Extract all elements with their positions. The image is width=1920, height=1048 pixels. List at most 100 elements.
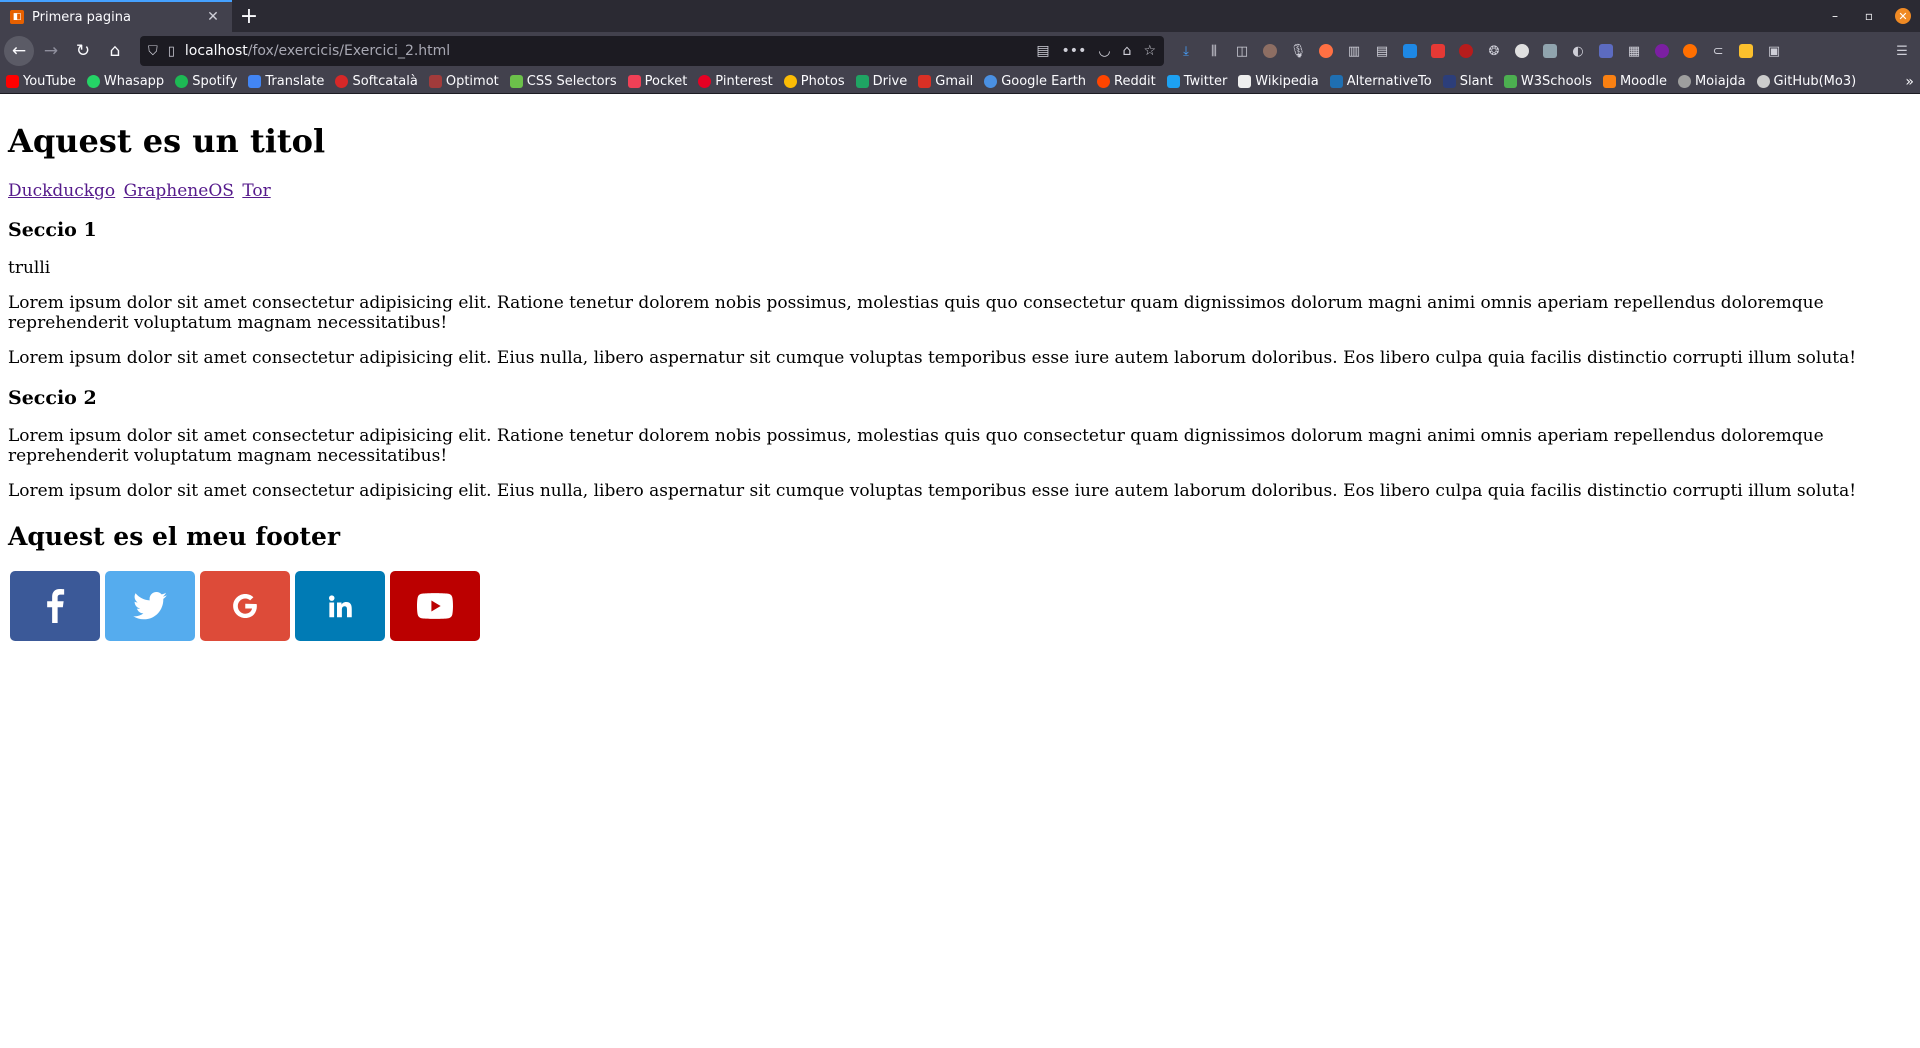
bookmark-label: Softcatalà xyxy=(352,74,418,89)
bookmark-star-icon[interactable]: ☆ xyxy=(1143,43,1156,59)
bookmark-item[interactable]: Gmail xyxy=(918,74,973,89)
url-path: /fox/exercicis/Exercici_2.html xyxy=(247,43,451,59)
extension-icon[interactable]: ◐ xyxy=(1564,37,1592,65)
bookmark-item[interactable]: Softcatalà xyxy=(335,74,418,89)
bookmark-item[interactable]: Google Earth xyxy=(984,74,1086,89)
github-icon xyxy=(1756,75,1770,88)
bookmark-item[interactable]: GitHub(Mo3) xyxy=(1756,74,1856,89)
close-icon: ✕ xyxy=(1895,8,1911,24)
bookmark-item[interactable]: Photos xyxy=(783,74,845,89)
google-button[interactable] xyxy=(200,570,290,641)
bookmark-label: AlternativeTo xyxy=(1346,74,1432,89)
softcatala-icon xyxy=(335,75,349,88)
url-bar[interactable]: ⛉ ▯ localhost /fox/exercicis/Exercici_2.… xyxy=(140,36,1164,66)
bookmark-item[interactable]: Reddit xyxy=(1097,74,1156,89)
page-content: Aquest es un titol Duckduckgo GrapheneOS… xyxy=(0,94,1920,649)
shield-icon[interactable]: ⛉ xyxy=(148,44,158,59)
back-button[interactable]: ← xyxy=(4,36,34,66)
library-icon[interactable]: ⫼ xyxy=(1200,37,1228,65)
sidebar-icon[interactable]: ◫ xyxy=(1228,37,1256,65)
section-1-subtitle: trulli xyxy=(8,257,51,278)
page-info-icon[interactable]: ▯ xyxy=(168,44,175,59)
extension-icon[interactable]: ❂ xyxy=(1480,37,1508,65)
drive-icon xyxy=(855,75,869,88)
bookmark-item[interactable]: Drive xyxy=(855,74,907,89)
maximize-button[interactable]: ▫ xyxy=(1852,0,1886,32)
page-title: Aquest es un titol xyxy=(8,122,326,160)
hamburger-menu-icon[interactable]: ☰ xyxy=(1888,37,1916,65)
bookmark-label: CSS Selectors xyxy=(526,74,617,89)
bookmark-label: Whasapp xyxy=(103,74,165,89)
home-page-icon[interactable]: ⌂ xyxy=(1123,43,1132,59)
extension-icon[interactable]: ▦ xyxy=(1620,37,1648,65)
new-tab-button[interactable]: + xyxy=(232,0,266,32)
section-1-heading: Seccio 1 xyxy=(8,218,97,241)
pocket-icon[interactable]: ◡ xyxy=(1098,43,1110,59)
url-host: localhost xyxy=(184,43,248,59)
bookmark-label: Reddit xyxy=(1114,74,1156,89)
close-window-button[interactable]: ✕ xyxy=(1886,0,1920,32)
link-tor[interactable]: Tor xyxy=(242,181,270,201)
downloads-icon[interactable]: ⤓ xyxy=(1172,37,1200,65)
bookmark-item[interactable]: Pocket xyxy=(627,74,687,89)
extensions-toolbar: ⤓ ⫼ ◫ 🎙 ▥ ▤ ❂ ◐ ▦ ⊂ ▣ ☰ xyxy=(1172,37,1916,65)
extension-icon[interactable] xyxy=(1676,37,1704,65)
extension-icon[interactable]: ▤ xyxy=(1368,37,1396,65)
reload-button[interactable]: ↻ xyxy=(68,36,98,66)
alternativeto-icon xyxy=(1329,75,1343,88)
extension-icon[interactable]: ▣ xyxy=(1760,37,1788,65)
bookmark-item[interactable]: Whasapp xyxy=(86,74,165,89)
extension-icon[interactable] xyxy=(1536,37,1564,65)
bookmark-item[interactable]: W3Schools xyxy=(1503,74,1592,89)
bookmark-item[interactable]: CSS Selectors xyxy=(509,74,617,89)
microphone-icon[interactable]: 🎙 xyxy=(1284,37,1312,65)
bookmark-item[interactable]: Translate xyxy=(248,74,324,89)
tab-title: Primera pagina xyxy=(32,9,131,25)
extension-icon[interactable] xyxy=(1312,37,1340,65)
tab-bar: ◧ Primera pagina ✕ + – ▫ ✕ xyxy=(0,0,1920,32)
bookmark-item[interactable]: Moodle xyxy=(1602,74,1667,89)
navigation-toolbar: ← → ↻ ⌂ ⛉ ▯ localhost /fox/exercicis/Exe… xyxy=(0,32,1920,70)
link-grapheneos[interactable]: GrapheneOS xyxy=(124,181,234,201)
tab-primera-pagina[interactable]: ◧ Primera pagina ✕ xyxy=(0,0,232,32)
twitter-icon xyxy=(133,591,167,619)
linkedin-button[interactable] xyxy=(295,570,385,641)
translate-icon xyxy=(248,75,262,88)
extension-icon[interactable] xyxy=(1508,37,1536,65)
bookmark-item[interactable]: Slant xyxy=(1442,74,1493,89)
youtube-icon xyxy=(417,592,453,619)
bookmark-item[interactable]: AlternativeTo xyxy=(1329,74,1432,89)
bookmark-item[interactable]: Optimot xyxy=(428,74,499,89)
facebook-button[interactable] xyxy=(10,570,100,641)
extension-icon[interactable]: ▥ xyxy=(1340,37,1368,65)
facebook-icon xyxy=(47,588,65,623)
extension-icon[interactable] xyxy=(1256,37,1284,65)
link-duckduckgo[interactable]: Duckduckgo xyxy=(8,181,115,201)
reddit-icon xyxy=(1097,75,1111,88)
tab-close-icon[interactable]: ✕ xyxy=(204,8,222,26)
bookmark-item[interactable]: Pinterest xyxy=(698,74,773,89)
forward-button[interactable]: → xyxy=(36,36,66,66)
extension-icon[interactable] xyxy=(1732,37,1760,65)
bookmark-item[interactable]: Moiajda xyxy=(1677,74,1746,89)
page-actions-menu[interactable]: ••• xyxy=(1062,43,1087,59)
bookmark-item[interactable]: YouTube xyxy=(6,74,76,89)
extension-icon[interactable] xyxy=(1424,37,1452,65)
minimize-button[interactable]: – xyxy=(1818,0,1852,32)
twitter-button[interactable] xyxy=(105,570,195,641)
ublock-icon[interactable] xyxy=(1452,37,1480,65)
spotify-icon xyxy=(175,75,189,88)
section-2-paragraph-1: Lorem ipsum dolor sit amet consectetur a… xyxy=(8,425,1824,466)
bookmark-item[interactable]: Wikipedia xyxy=(1238,74,1319,89)
extension-icon[interactable] xyxy=(1592,37,1620,65)
bookmark-item[interactable]: Twitter xyxy=(1166,74,1227,89)
extension-icon[interactable] xyxy=(1396,37,1424,65)
youtube-button[interactable] xyxy=(390,570,480,641)
bookmark-label: YouTube xyxy=(23,74,76,89)
reader-view-icon[interactable]: ▤ xyxy=(1036,43,1049,59)
bookmark-item[interactable]: Spotify xyxy=(175,74,237,89)
extension-icon[interactable] xyxy=(1648,37,1676,65)
extension-icon[interactable]: ⊂ xyxy=(1704,37,1732,65)
home-button[interactable]: ⌂ xyxy=(100,36,130,66)
bookmarks-overflow-icon[interactable]: » xyxy=(1905,74,1914,90)
